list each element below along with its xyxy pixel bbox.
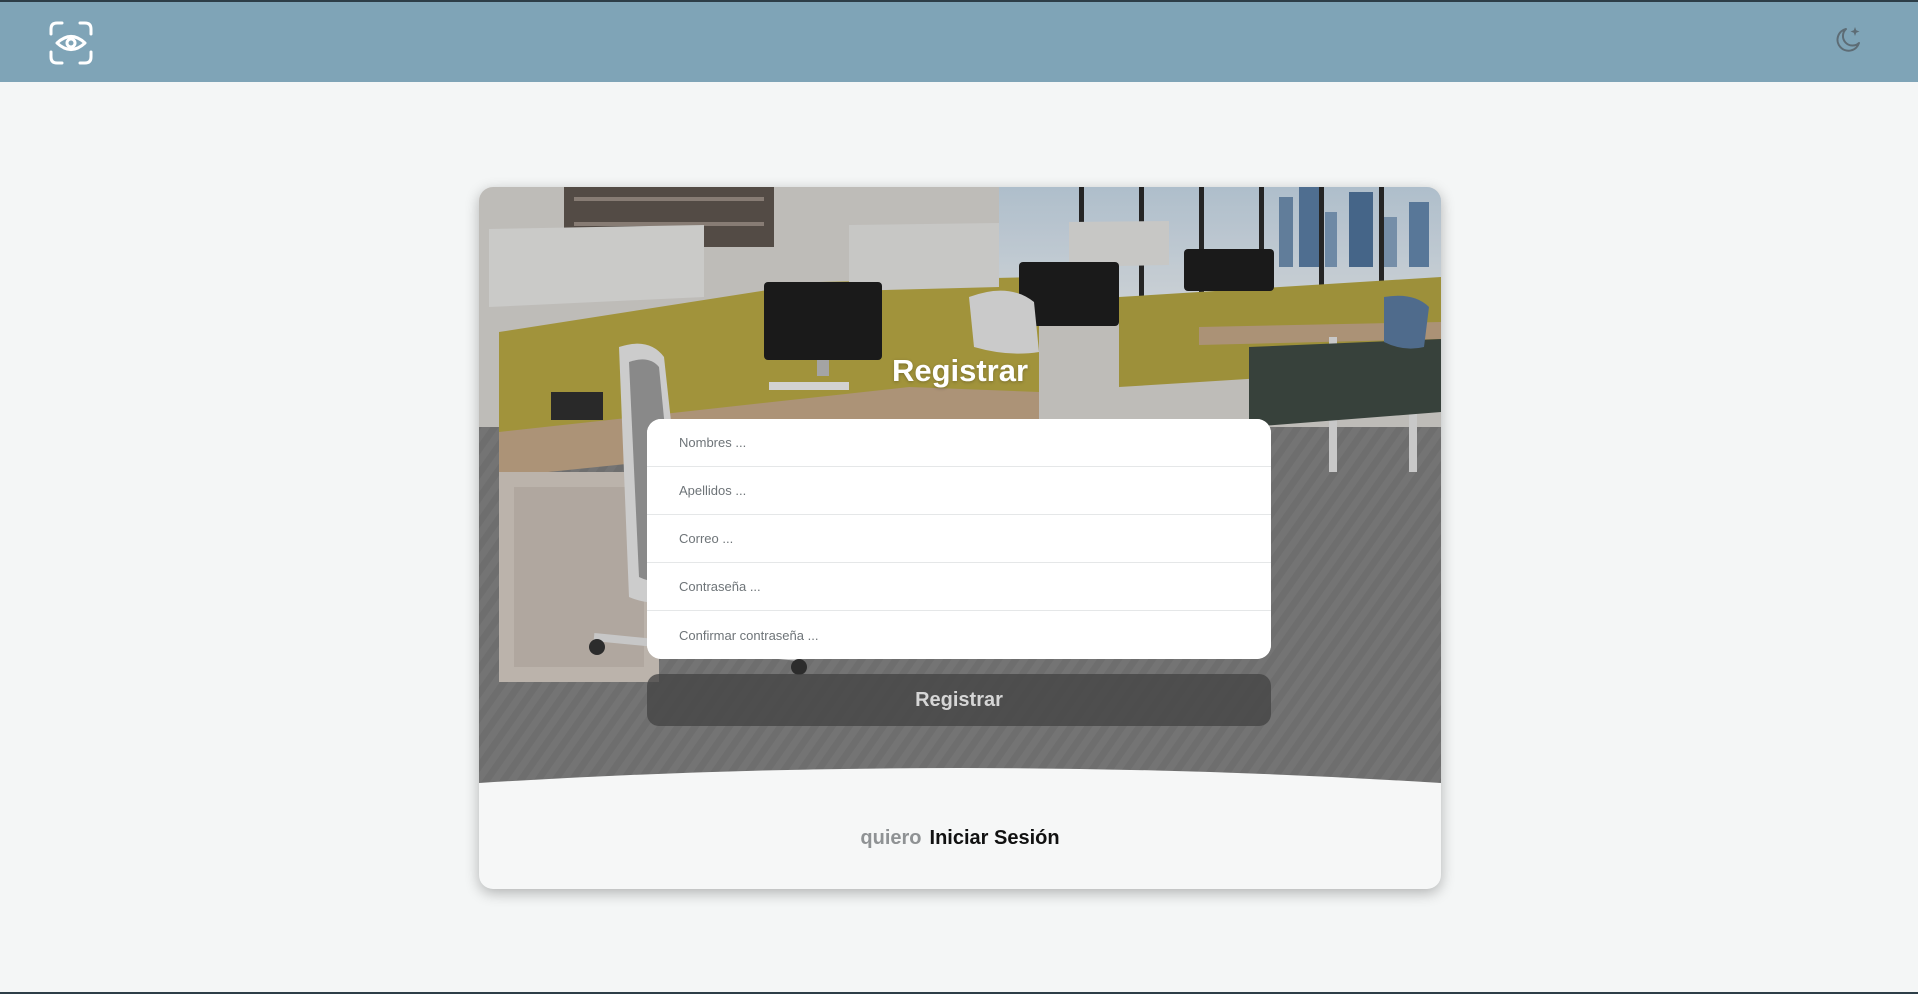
contrasena-input[interactable] xyxy=(647,563,1271,611)
login-link[interactable]: Iniciar Sesión xyxy=(930,827,1060,849)
top-navbar xyxy=(0,2,1918,82)
confirmar-contrasena-input[interactable] xyxy=(647,611,1271,659)
nombres-input[interactable] xyxy=(647,419,1271,467)
login-switch: quiero Iniciar Sesión xyxy=(479,827,1441,850)
register-title: Registrar xyxy=(891,352,1029,388)
correo-input[interactable] xyxy=(647,515,1271,563)
register-form xyxy=(647,419,1271,659)
moon-star-icon[interactable] xyxy=(1832,24,1864,56)
switch-prefix: quiero xyxy=(860,827,922,849)
office-background-image: Registrar Registrar xyxy=(479,187,1441,797)
register-button[interactable]: Registrar xyxy=(647,674,1271,726)
register-card: Registrar Registrar quiero Iniciar Sesión xyxy=(479,187,1441,889)
apellidos-input[interactable] xyxy=(647,467,1271,515)
eye-scan-icon[interactable] xyxy=(48,20,94,66)
curved-divider xyxy=(479,768,1441,797)
